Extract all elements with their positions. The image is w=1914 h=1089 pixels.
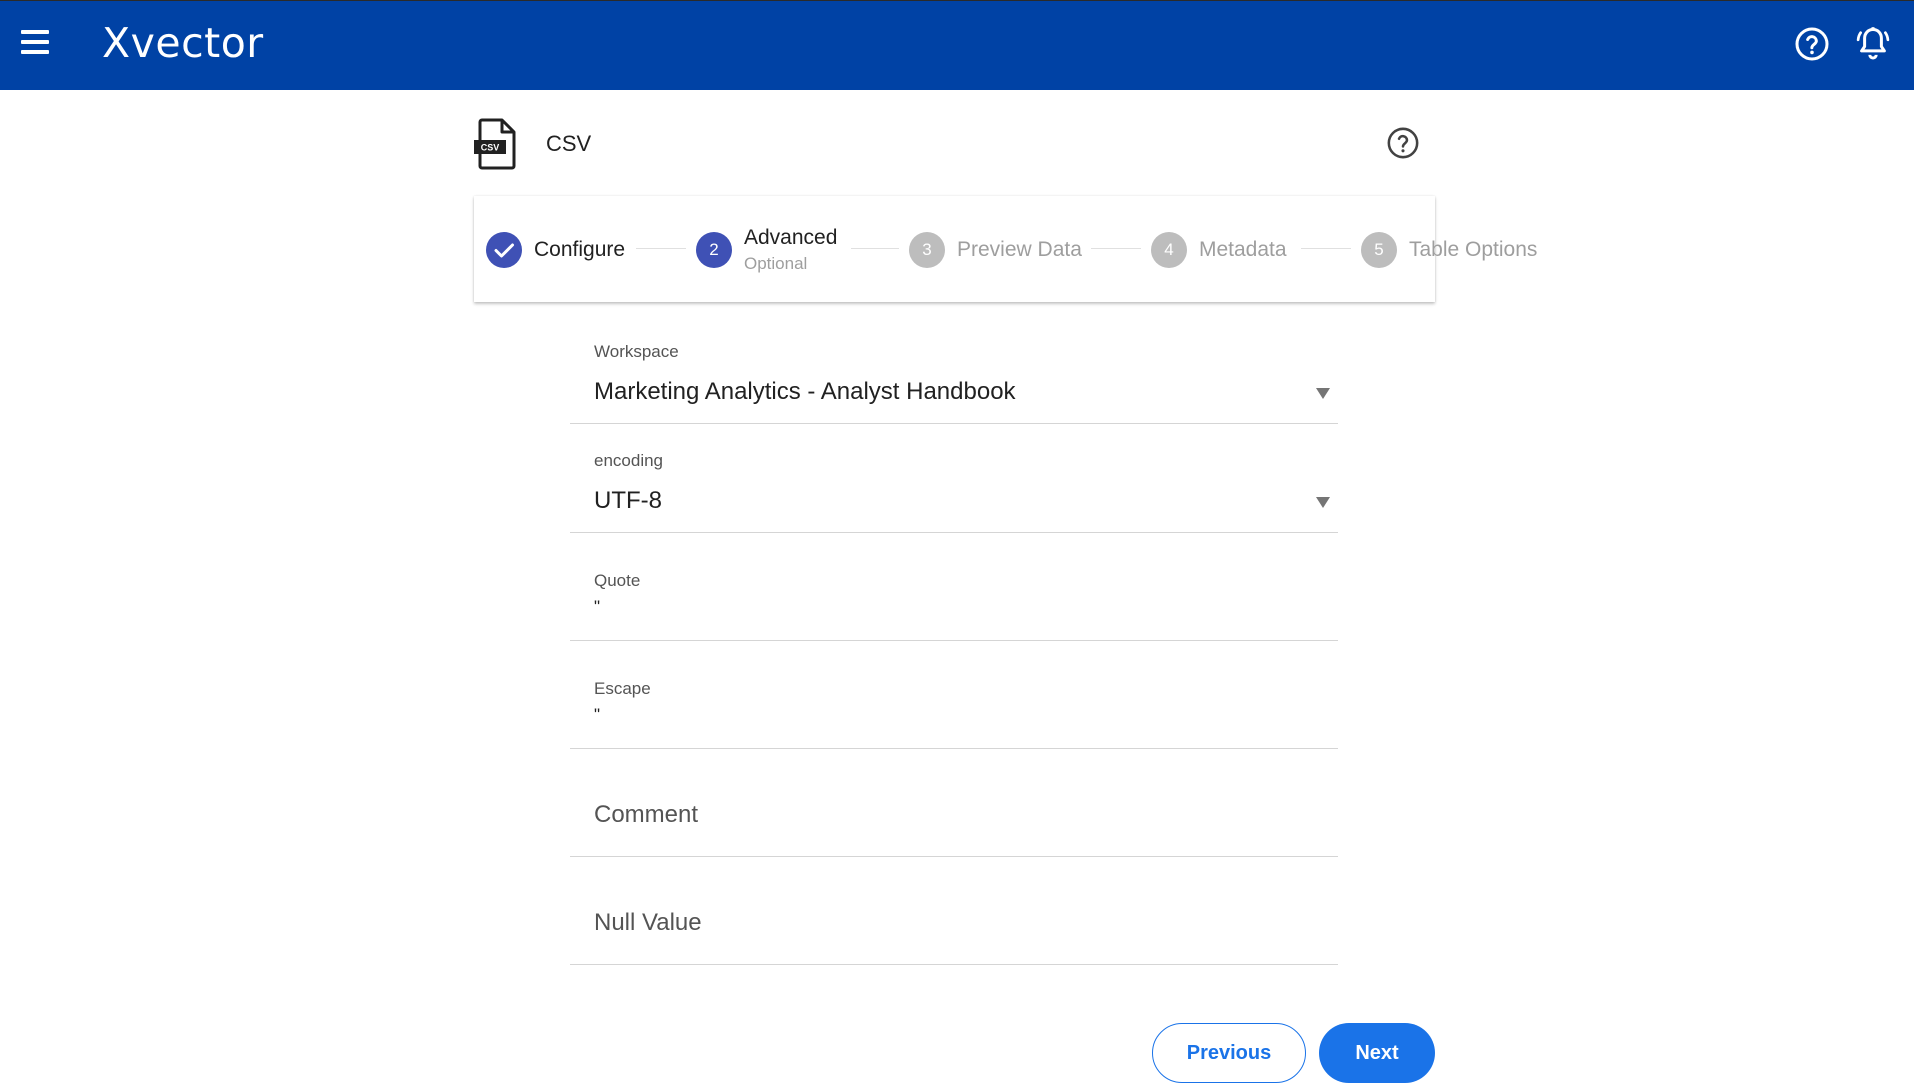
- encoding-label: encoding: [594, 451, 664, 470]
- step-number: 4: [1151, 232, 1187, 268]
- comment-placeholder: Comment: [594, 801, 699, 828]
- workspace-value: Marketing Analytics - Analyst Handbook: [594, 378, 1016, 405]
- help-circle-icon[interactable]: [1386, 126, 1420, 160]
- page-title: CSV: [546, 131, 592, 156]
- help-circle-icon[interactable]: [1794, 26, 1830, 62]
- check-icon: [486, 232, 522, 268]
- step-label: Metadata: [1199, 238, 1287, 261]
- step-sublabel: Optional: [744, 254, 808, 273]
- hamburger-menu-icon[interactable]: [18, 30, 54, 60]
- top-app-bar: Xvector: [0, 0, 1914, 90]
- step-connector: [1091, 248, 1141, 249]
- step-label: Table Options: [1409, 238, 1538, 261]
- step-number: 5: [1361, 232, 1397, 268]
- app-logo[interactable]: Xvector: [102, 19, 264, 67]
- escape-label: Escape: [594, 679, 651, 698]
- step-label: Preview Data: [957, 238, 1082, 261]
- quote-field[interactable]: Quote ": [570, 547, 1338, 641]
- csv-file-icon: CSV: [474, 118, 520, 170]
- wizard-stepper: Configure 2 Advanced Optional 3 Preview …: [474, 196, 1537, 302]
- step-label: Advanced: [744, 226, 838, 249]
- csv-badge-text: CSV: [481, 143, 500, 153]
- dropdown-arrow-icon[interactable]: [1316, 388, 1330, 399]
- step-number: 3: [909, 232, 945, 268]
- encoding-value: UTF-8: [594, 487, 662, 514]
- previous-button[interactable]: Previous: [1152, 1023, 1306, 1083]
- escape-field[interactable]: Escape ": [570, 655, 1338, 749]
- step-connector: [1301, 248, 1351, 249]
- workspace-label: Workspace: [594, 342, 679, 361]
- null-value-field[interactable]: Null Value: [570, 871, 1338, 965]
- quote-value: ": [594, 597, 601, 616]
- quote-label: Quote: [594, 571, 641, 590]
- comment-field[interactable]: Comment: [570, 763, 1338, 857]
- bell-icon[interactable]: [1854, 24, 1892, 62]
- step-number: 2: [696, 232, 732, 268]
- workspace-select[interactable]: Workspace Marketing Analytics - Analyst …: [570, 330, 1338, 424]
- next-button[interactable]: Next: [1319, 1023, 1435, 1083]
- step-connector: [851, 248, 899, 249]
- step-connector: [636, 248, 686, 249]
- step-label: Configure: [534, 238, 626, 261]
- escape-value: ": [594, 705, 601, 724]
- dropdown-arrow-icon[interactable]: [1316, 497, 1330, 508]
- encoding-select[interactable]: encoding UTF-8: [570, 439, 1338, 533]
- null-value-placeholder: Null Value: [594, 909, 702, 936]
